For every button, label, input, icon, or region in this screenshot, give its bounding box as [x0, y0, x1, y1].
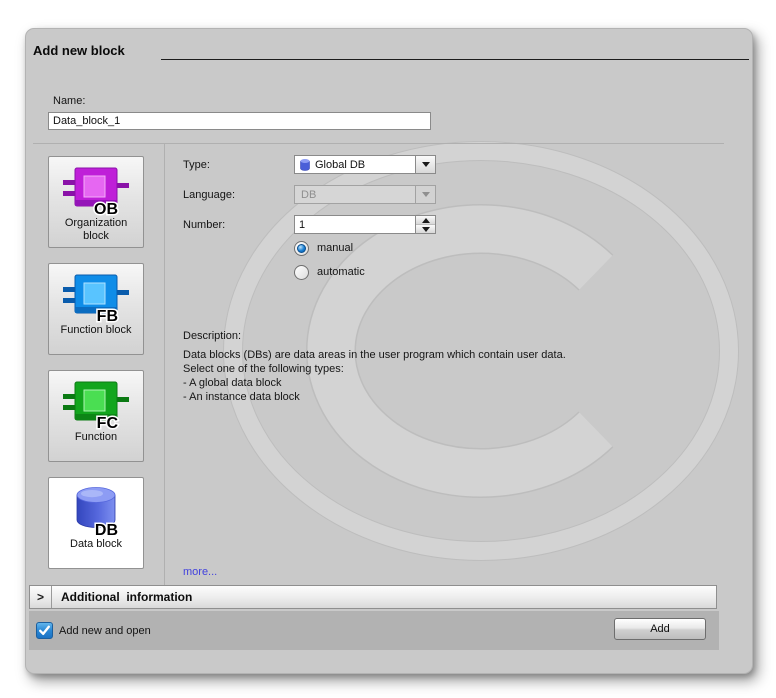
more-link[interactable]: more...	[183, 566, 217, 578]
organization-block-icon: OB	[63, 164, 129, 216]
block-type-function-block[interactable]: FB Function block	[48, 263, 144, 355]
number-label: Number:	[183, 219, 225, 231]
add-new-block-dialog: Add new block Name: OB Organization bloc…	[25, 28, 753, 674]
type-value: Global DB	[311, 159, 415, 171]
type-dropdown[interactable]: Global DB	[294, 155, 436, 174]
block-type-function[interactable]: FC Function	[48, 370, 144, 462]
stepper-down-icon[interactable]	[416, 225, 435, 233]
language-label: Language:	[183, 189, 235, 201]
number-stepper[interactable]	[415, 216, 435, 233]
content-vertical-divider	[164, 143, 165, 585]
function-icon: FC	[63, 378, 129, 430]
language-value: DB	[295, 189, 415, 201]
block-type-label: Function	[53, 431, 139, 444]
radio-manual-label: manual	[317, 242, 353, 254]
data-block-icon: DB	[63, 485, 129, 537]
add-new-and-open-label: Add new and open	[59, 625, 151, 637]
checkmark-icon	[38, 624, 51, 637]
name-label: Name:	[53, 95, 85, 107]
radio-automatic-label: automatic	[317, 266, 365, 278]
description-label: Description:	[183, 330, 241, 342]
svg-text:OB: OB	[94, 201, 118, 218]
add-button[interactable]: Add	[614, 618, 706, 640]
language-dropdown: DB	[294, 185, 436, 204]
stepper-up-icon[interactable]	[416, 216, 435, 225]
language-dropdown-arrow-icon	[415, 186, 435, 203]
block-type-organization-block[interactable]: OB Organization block	[48, 156, 144, 248]
additional-information-expander[interactable]: > Additional information	[29, 585, 717, 609]
function-block-icon: FB	[63, 271, 129, 323]
number-field[interactable]: 1	[294, 215, 436, 234]
title-underline	[161, 59, 749, 60]
block-type-label: Function block	[53, 324, 139, 337]
description-text: Data blocks (DBs) are data areas in the …	[183, 348, 566, 404]
dialog-title: Add new block	[33, 43, 125, 58]
svg-text:DB: DB	[95, 522, 118, 539]
number-value: 1	[295, 219, 415, 231]
expander-title: Additional information	[52, 590, 192, 604]
svg-text:FC: FC	[97, 415, 119, 432]
svg-text:FB: FB	[97, 308, 118, 325]
radio-automatic[interactable]	[294, 265, 309, 280]
type-dropdown-arrow-icon[interactable]	[415, 156, 435, 173]
block-type-label: Organization block	[53, 217, 139, 243]
name-input[interactable]	[48, 112, 431, 130]
content-top-divider	[33, 143, 724, 144]
global-db-icon	[299, 158, 311, 172]
block-type-data-block[interactable]: DB Data block	[48, 477, 144, 569]
add-new-and-open-checkbox[interactable]	[36, 622, 53, 639]
type-label: Type:	[183, 159, 210, 171]
expander-chevron-icon[interactable]: >	[30, 586, 52, 608]
radio-manual[interactable]	[294, 241, 309, 256]
block-type-label: Data block	[53, 538, 139, 551]
page-background: Add new block Name: OB Organization bloc…	[0, 0, 776, 698]
